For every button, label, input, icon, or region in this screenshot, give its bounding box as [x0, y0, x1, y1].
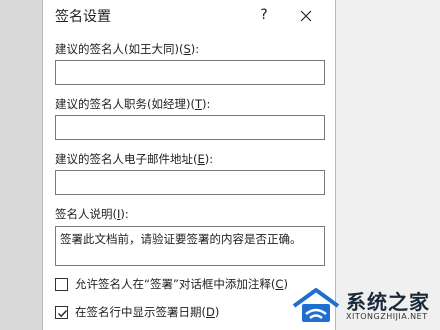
house-logo-icon	[292, 288, 340, 322]
backdrop-right	[336, 0, 440, 330]
watermark-url: XITONGZHIJIA.NET	[346, 312, 428, 321]
close-button[interactable]	[291, 3, 321, 27]
instructions-textarea[interactable]: 签署此文档前，请验证要签署的内容是否正确。	[55, 226, 325, 266]
instructions-label: 签名人说明(I):	[55, 207, 129, 221]
watermark-name: 系统之家	[346, 290, 430, 314]
signer-title-input[interactable]	[55, 115, 325, 140]
show-date-checkbox[interactable]	[55, 305, 68, 319]
allow-comments-checkbox[interactable]	[55, 277, 68, 291]
close-icon	[300, 10, 312, 21]
dialog-title: 签名设置	[55, 9, 111, 25]
backdrop-left	[0, 0, 42, 330]
signer-name-label: 建议的签名人(如王大同)(S):	[55, 42, 200, 56]
signature-setup-dialog: 签名设置 ? 建议的签名人(如王大同)(S): 建议的签名人职务(如经理)(T)…	[42, 0, 336, 330]
signer-title-label: 建议的签名人职务(如经理)(T):	[55, 97, 211, 111]
signer-email-input[interactable]	[55, 170, 325, 195]
watermark: 系统之家 XITONGZHIJIA.NET	[290, 282, 440, 330]
allow-comments-option[interactable]: 允许签名人在“签署”对话框中添加注释(C)	[55, 276, 288, 292]
help-button[interactable]: ?	[249, 3, 279, 27]
signer-name-input[interactable]	[55, 60, 325, 85]
show-date-option[interactable]: 在签名行中显示签署日期(D)	[55, 304, 219, 320]
signer-email-label: 建议的签名人电子邮件地址(E):	[55, 152, 214, 166]
checkmark-icon	[58, 309, 68, 317]
